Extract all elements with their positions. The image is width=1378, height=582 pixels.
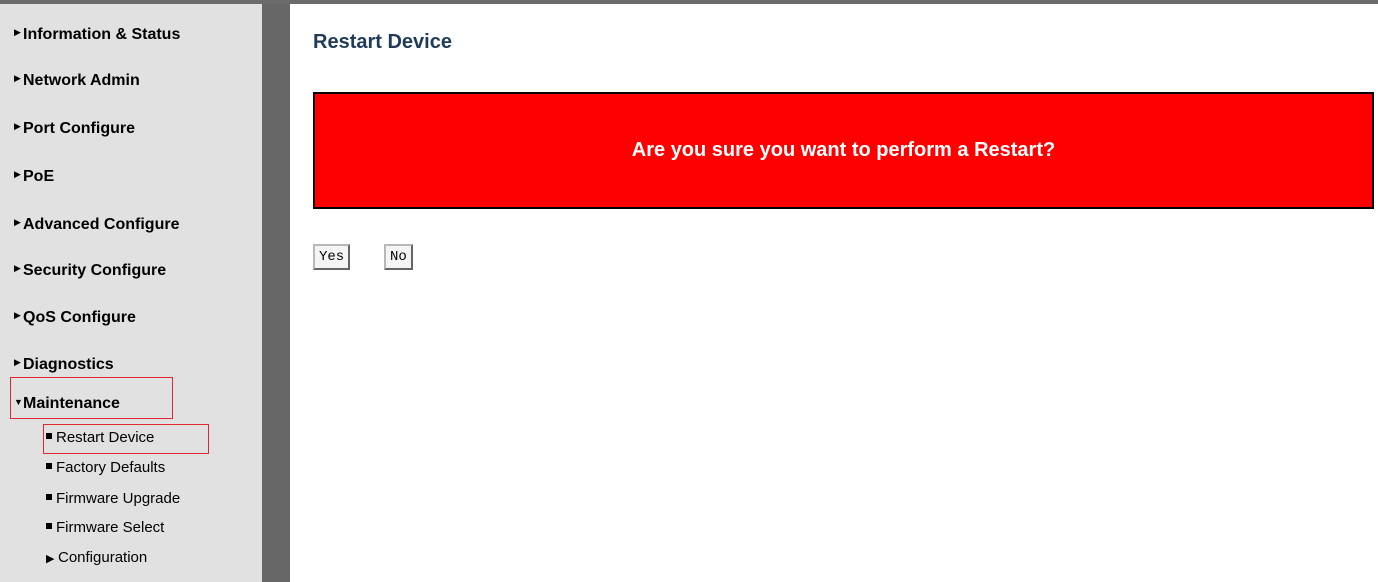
nav-item-label: Advanced Configure: [23, 216, 180, 233]
caret-right-icon: ▶: [14, 263, 21, 273]
nav-item-poe[interactable]: ▶ PoE: [14, 164, 54, 187]
nav-item-security-configure[interactable]: ▶ Security Configure: [14, 258, 166, 281]
caret-right-icon: ▶: [14, 73, 21, 83]
nav-item-label: PoE: [23, 168, 55, 185]
subnav-item-firmware-upgrade[interactable]: Firmware Upgrade: [46, 489, 180, 509]
subnav-item-factory-defaults[interactable]: Factory Defaults: [46, 458, 165, 478]
nav-item-label: Port Configure: [23, 120, 135, 137]
subnav-item-configuration[interactable]: ▶ Configuration: [46, 548, 147, 569]
subnav-item-firmware-select[interactable]: Firmware Select: [46, 518, 164, 538]
sidebar-nav: ▶ Information & Status ▶ Network Admin ▶ Po…: [0, 4, 262, 582]
frame-splitter[interactable]: [262, 4, 290, 582]
nav-item-diagnostics[interactable]: ▶ Diagnostics: [14, 352, 114, 375]
bullet-icon: [46, 463, 52, 469]
page-title: Restart Device: [313, 31, 452, 53]
nav-item-qos-configure[interactable]: ▶ QoS Configure: [14, 305, 136, 328]
subnav-item-restart-device[interactable]: Restart Device: [46, 428, 154, 448]
subnav-item-label: Configuration: [58, 549, 148, 566]
restart-warning-text: Are you sure you want to perform a Resta…: [631, 139, 1056, 161]
caret-right-icon: ▶: [14, 27, 21, 37]
bullet-icon: [46, 433, 52, 439]
subnav-item-label: Firmware Select: [56, 519, 165, 536]
subnav-item-label: Factory Defaults: [56, 459, 166, 476]
nav-item-label: Security Configure: [23, 262, 167, 279]
yes-button[interactable]: Yes: [313, 244, 351, 270]
nav-item-label: QoS Configure: [23, 309, 136, 326]
subnav-item-label: Restart Device: [56, 429, 155, 446]
caret-right-icon: ▶: [14, 357, 21, 367]
subnav-item-label: Firmware Upgrade: [56, 490, 181, 507]
nav-item-label: Diagnostics: [23, 356, 114, 373]
caret-right-icon: ▶: [14, 310, 21, 320]
caret-right-icon: ▶: [14, 217, 21, 227]
no-button[interactable]: No: [384, 244, 413, 270]
nav-item-information-status[interactable]: ▶ Information & Status: [14, 22, 180, 45]
restart-warning-box: Are you sure you want to perform a Resta…: [313, 92, 1374, 209]
caret-right-icon: ▶: [14, 121, 21, 131]
nav-item-advanced-configure[interactable]: ▶ Advanced Configure: [14, 212, 179, 235]
nav-item-port-configure[interactable]: ▶ Port Configure: [14, 116, 135, 139]
caret-right-icon: ▶: [46, 553, 55, 565]
caret-down-icon: ▼: [14, 397, 23, 407]
bullet-icon: [46, 523, 52, 529]
nav-item-label: Network Admin: [23, 72, 140, 89]
nav-item-maintenance[interactable]: ▼Maintenance: [14, 392, 120, 414]
nav-item-network-admin[interactable]: ▶ Network Admin: [14, 68, 140, 91]
bullet-icon: [46, 494, 52, 500]
nav-item-label: Information & Status: [23, 26, 181, 43]
nav-item-label: Maintenance: [23, 395, 120, 412]
caret-right-icon: ▶: [14, 169, 21, 179]
